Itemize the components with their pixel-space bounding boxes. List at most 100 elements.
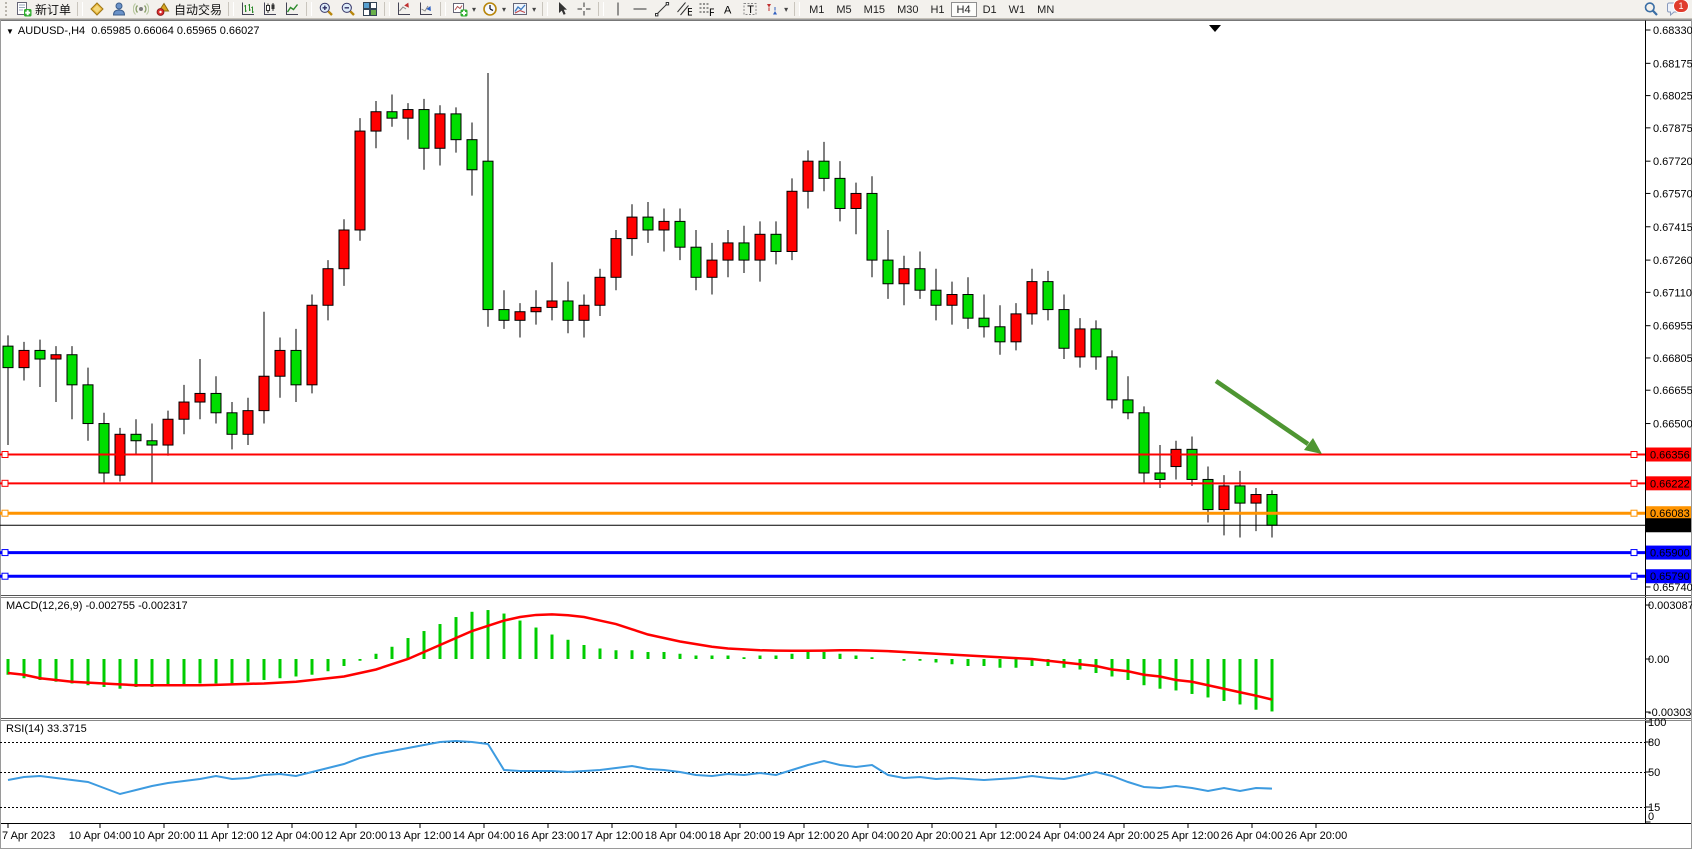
timeframe-M15[interactable]: M15 xyxy=(858,2,891,17)
chevron-down-icon[interactable]: ▾ xyxy=(502,5,506,14)
fibonacci-button[interactable]: F xyxy=(695,0,717,18)
bar-chart-icon xyxy=(240,1,256,17)
terminal-button[interactable] xyxy=(108,0,130,18)
chart-canvas[interactable]: 0.683300.681750.680250.678750.677200.675… xyxy=(0,19,1692,849)
market-watch-button[interactable] xyxy=(86,0,108,18)
candle xyxy=(1107,350,1117,408)
symbol-ohlc-text: AUDUSD-,H4 0.65985 0.66064 0.65965 0.660… xyxy=(18,25,260,37)
svg-text:0.00: 0.00 xyxy=(1648,654,1669,666)
cursor-button[interactable] xyxy=(551,0,573,18)
channel-button[interactable]: E xyxy=(673,0,695,18)
separator xyxy=(77,2,83,16)
templates-button[interactable]: ▾ xyxy=(509,0,539,18)
vline-button[interactable] xyxy=(607,0,629,18)
svg-text:0.65900: 0.65900 xyxy=(1650,548,1690,560)
line-handle xyxy=(2,480,8,486)
svg-text:0.68025: 0.68025 xyxy=(1653,91,1692,103)
crosshair-button[interactable] xyxy=(573,0,595,18)
candle xyxy=(1139,406,1149,483)
search-icon xyxy=(1643,1,1659,17)
symbol-dropdown-icon[interactable]: ▼ xyxy=(6,27,14,36)
toolbar-grip[interactable] xyxy=(5,2,11,16)
svg-text:17 Apr 12:00: 17 Apr 12:00 xyxy=(581,830,643,842)
channel-icon: E xyxy=(676,1,692,17)
svg-text:0.67720: 0.67720 xyxy=(1653,156,1692,168)
candle xyxy=(355,118,365,241)
separator xyxy=(384,2,390,16)
timeframe-M30[interactable]: M30 xyxy=(891,2,924,17)
svg-text:24 Apr 20:00: 24 Apr 20:00 xyxy=(1093,830,1155,842)
separator xyxy=(794,2,800,16)
text-button[interactable]: A xyxy=(717,0,739,18)
svg-text:24 Apr 04:00: 24 Apr 04:00 xyxy=(1029,830,1091,842)
svg-text:0.68330: 0.68330 xyxy=(1653,25,1692,37)
arrows-button[interactable]: ▾ xyxy=(761,0,791,18)
svg-text:20 Apr 04:00: 20 Apr 04:00 xyxy=(837,830,899,842)
svg-text:0.66655: 0.66655 xyxy=(1653,385,1692,397)
timeframe-M5[interactable]: M5 xyxy=(830,2,857,17)
market-watch-icon xyxy=(89,1,105,17)
svg-text:0.67875: 0.67875 xyxy=(1653,123,1692,135)
indicator-list-button[interactable] xyxy=(415,0,437,18)
arrows-icon xyxy=(764,1,780,17)
svg-text:0.66805: 0.66805 xyxy=(1653,353,1692,365)
timeframe-W1[interactable]: W1 xyxy=(1003,2,1032,17)
text-icon: A xyxy=(720,1,736,17)
chevron-down-icon[interactable]: ▾ xyxy=(784,5,788,14)
search-button[interactable] xyxy=(1641,0,1661,18)
hline-button[interactable] xyxy=(629,0,651,18)
svg-text:T: T xyxy=(747,4,754,16)
svg-text:18 Apr 20:00: 18 Apr 20:00 xyxy=(709,830,771,842)
svg-text:12 Apr 04:00: 12 Apr 04:00 xyxy=(261,830,323,842)
line-chart-icon xyxy=(284,1,300,17)
new-order-button[interactable]: 新订单 xyxy=(13,0,74,18)
signal-icon xyxy=(133,1,149,17)
text-label-button[interactable]: T xyxy=(739,0,761,18)
svg-text:0.66027: 0.66027 xyxy=(1650,520,1690,532)
svg-text:16 Apr 23:00: 16 Apr 23:00 xyxy=(517,830,579,842)
indicators-button[interactable] xyxy=(393,0,415,18)
timeframe-D1[interactable]: D1 xyxy=(977,2,1003,17)
auto-trading-button[interactable]: 自动交易 xyxy=(152,0,225,18)
zoom-in-button[interactable] xyxy=(315,0,337,18)
crosshair-icon xyxy=(576,1,592,17)
line-handle xyxy=(1631,452,1637,458)
line-handle xyxy=(1631,510,1637,516)
templates-icon xyxy=(512,1,528,17)
zoom-out-icon xyxy=(340,1,356,17)
tile-windows-button[interactable] xyxy=(359,0,381,18)
periods-button[interactable]: ▾ xyxy=(479,0,509,18)
chevron-down-icon[interactable]: ▾ xyxy=(532,5,536,14)
svg-text:19 Apr 12:00: 19 Apr 12:00 xyxy=(773,830,835,842)
signal-button[interactable] xyxy=(130,0,152,18)
terminal-icon xyxy=(111,1,127,17)
periods-icon xyxy=(482,1,498,17)
line-handle xyxy=(1631,573,1637,579)
bar-chart-button[interactable] xyxy=(237,0,259,18)
separator xyxy=(598,2,604,16)
timeframe-H1[interactable]: H1 xyxy=(924,2,950,17)
candle-chart-icon xyxy=(262,1,278,17)
candle-chart-button[interactable] xyxy=(259,0,281,18)
fibonacci-icon: F xyxy=(698,1,714,17)
svg-text:12 Apr 20:00: 12 Apr 20:00 xyxy=(325,830,387,842)
timeframe-MN[interactable]: MN xyxy=(1031,2,1060,17)
svg-text:0.003087: 0.003087 xyxy=(1648,600,1692,612)
svg-text:0.68175: 0.68175 xyxy=(1653,58,1692,70)
svg-text:25 Apr 12:00: 25 Apr 12:00 xyxy=(1157,830,1219,842)
chart-window: 0.683300.681750.680250.678750.677200.675… xyxy=(0,19,1692,849)
chevron-down-icon[interactable]: ▾ xyxy=(472,5,476,14)
add-indicator-button[interactable]: ▾ xyxy=(449,0,479,18)
svg-text:14 Apr 04:00: 14 Apr 04:00 xyxy=(453,830,515,842)
timeframe-M1[interactable]: M1 xyxy=(803,2,830,17)
svg-text:F: F xyxy=(709,7,714,17)
trendline-button[interactable] xyxy=(651,0,673,18)
zoom-out-button[interactable] xyxy=(337,0,359,18)
timeframe-H4[interactable]: H4 xyxy=(951,2,977,17)
candle xyxy=(307,295,317,394)
line-chart-button[interactable] xyxy=(281,0,303,18)
cursor-icon xyxy=(554,1,570,17)
notifications-button[interactable]: 1 xyxy=(1665,0,1685,18)
indicator-list-icon xyxy=(418,1,434,17)
separator xyxy=(542,2,548,16)
